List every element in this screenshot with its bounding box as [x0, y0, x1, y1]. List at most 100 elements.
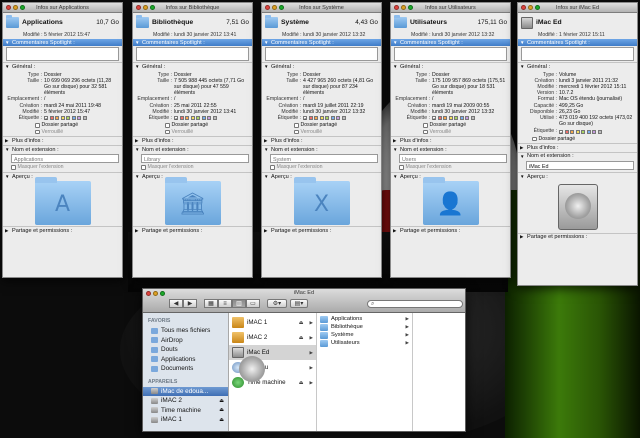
label-color-swatch[interactable]	[66, 116, 70, 121]
column-item[interactable]: iMAC 1 ⏏ ▶	[229, 315, 316, 330]
label-color-swatch[interactable]	[459, 116, 464, 121]
preview-section-toggle[interactable]: ▼ Aperçu :	[133, 173, 252, 181]
sharing-permissions-section-toggle[interactable]: ▶ Partage et permissions :	[133, 227, 252, 235]
label-color-swatch[interactable]	[592, 129, 596, 134]
back-button[interactable]: ◀	[169, 299, 183, 308]
label-color-swatch[interactable]	[201, 116, 206, 121]
label-color-swatch[interactable]	[443, 116, 447, 121]
action-menu-button[interactable]: ⚙▾	[267, 299, 287, 308]
back-forward-buttons[interactable]: ◀ ▶	[169, 299, 197, 308]
name-extension-section-toggle[interactable]: ▼ Nom et extension :	[133, 146, 252, 154]
preview-section-toggle[interactable]: ▼ Aperçu :	[391, 173, 510, 181]
sidebar-item-favorite[interactable]: Documents	[143, 364, 228, 374]
title-bar[interactable]: Infos sur Applications	[3, 3, 122, 13]
locked-checkbox[interactable]: Verrouillé	[391, 129, 510, 136]
label-color-swatch[interactable]	[190, 116, 195, 121]
label-color-swatch[interactable]	[448, 116, 453, 121]
locked-checkbox[interactable]: Verrouillé	[262, 129, 381, 136]
label-color-swatch[interactable]	[308, 116, 313, 121]
preview-section-toggle[interactable]: ▼ Aperçu :	[518, 173, 637, 181]
spotlight-comments-field[interactable]	[265, 47, 378, 61]
spotlight-section-toggle[interactable]: ▼ Commentaires Spotlight :	[133, 39, 252, 46]
title-bar[interactable]: Infos sur Bibliothèque	[133, 3, 252, 13]
label-color-swatch[interactable]: ×	[559, 129, 563, 134]
name-field[interactable]: iMac Ed	[526, 161, 634, 171]
more-info-section-toggle[interactable]: ▶ Plus d'infos :	[262, 137, 381, 145]
title-bar[interactable]: Infos sur Utilisateurs	[391, 3, 510, 13]
sidebar-item-favorite[interactable]: AirDrop	[143, 336, 228, 346]
label-color-swatch[interactable]: ×	[303, 116, 307, 121]
label-color-swatch[interactable]	[330, 116, 335, 121]
label-colors[interactable]: ×	[44, 115, 119, 121]
label-colors[interactable]: ×	[303, 115, 378, 121]
label-color-swatch[interactable]	[586, 129, 591, 134]
eject-icon[interactable]: ⏏	[299, 335, 304, 341]
name-extension-section-toggle[interactable]: ▼ Nom et extension :	[391, 146, 510, 154]
locked-checkbox[interactable]: Verrouillé	[3, 129, 122, 136]
arrange-menu-button[interactable]: ▤▾	[290, 299, 308, 308]
label-color-swatch[interactable]	[207, 116, 211, 121]
label-colors[interactable]: ×	[174, 115, 249, 121]
sidebar-item-favorite[interactable]: Douts	[143, 345, 228, 355]
more-info-section-toggle[interactable]: ▶ Plus d'infos :	[518, 144, 637, 152]
shared-folder-checkbox[interactable]: Dossier partagé	[133, 122, 252, 129]
column-item[interactable]: Bibliothèque ▶	[317, 323, 412, 331]
name-field[interactable]: Users	[399, 154, 507, 164]
label-color-swatch[interactable]: ×	[432, 116, 436, 121]
sharing-permissions-section-toggle[interactable]: ▶ Partage et permissions :	[391, 227, 510, 235]
eject-icon[interactable]: ⏏	[219, 398, 224, 404]
general-section-toggle[interactable]: ▼ Général :	[133, 63, 252, 71]
column-view-button[interactable]: ▥	[232, 299, 246, 308]
sidebar-item-favorite[interactable]: Applications	[143, 355, 228, 365]
icon-view-button[interactable]: ▦	[204, 299, 218, 308]
column-item[interactable]: Applications ▶	[317, 315, 412, 323]
finder-toolbar[interactable]: iMac Ed ◀ ▶ ▦ ≡ ▥ ▭ ⚙▾ ▤▾ ⌕	[143, 289, 465, 313]
spotlight-comments-field[interactable]	[6, 47, 119, 61]
spotlight-section-toggle[interactable]: ▼ Commentaires Spotlight :	[262, 39, 381, 46]
shared-folder-checkbox[interactable]: Dossier partagé	[262, 122, 381, 129]
info-window-imac-ed[interactable]: Infos sur iMac Ed iMac Ed Modifié : 1 fé…	[517, 2, 638, 286]
more-info-section-toggle[interactable]: ▶ Plus d'infos :	[3, 137, 122, 145]
spotlight-section-toggle[interactable]: ▼ Commentaires Spotlight :	[3, 39, 122, 46]
sidebar-item-device[interactable]: iMAC 2 ⏏	[143, 396, 228, 406]
label-color-swatch[interactable]: ×	[44, 116, 48, 121]
info-window-applications[interactable]: Infos sur Applications Applications 10,7 G…	[2, 2, 123, 278]
label-color-swatch[interactable]	[341, 116, 346, 121]
name-field[interactable]: Applications	[11, 154, 119, 164]
name-extension-section-toggle[interactable]: ▼ Nom et extension :	[3, 146, 122, 154]
general-section-toggle[interactable]: ▼ Général :	[518, 63, 637, 71]
title-bar[interactable]: Infos sur iMac Ed	[518, 3, 637, 13]
column-item[interactable]: Utilisateurs ▶	[317, 339, 412, 347]
title-bar[interactable]: Infos sur Système	[262, 3, 381, 13]
eject-icon[interactable]: ⏏	[299, 380, 304, 386]
shared-folder-checkbox[interactable]: Dossier partagé	[391, 122, 510, 129]
sidebar-item-device[interactable]: iMAC 1 ⏏	[143, 415, 228, 425]
hide-extension-checkbox[interactable]: Masquer l'extension	[391, 164, 510, 171]
name-field[interactable]: System	[270, 154, 378, 164]
label-color-swatch[interactable]	[314, 116, 318, 121]
general-section-toggle[interactable]: ▼ Général :	[3, 63, 122, 71]
spotlight-comments-field[interactable]	[136, 47, 249, 61]
spotlight-comments-field[interactable]	[394, 47, 507, 61]
view-mode-buttons[interactable]: ▦ ≡ ▥ ▭	[204, 299, 260, 308]
eject-icon[interactable]: ⏏	[219, 407, 224, 413]
list-view-button[interactable]: ≡	[218, 299, 232, 308]
hide-extension-checkbox[interactable]: Masquer l'extension	[262, 164, 381, 171]
sharing-permissions-section-toggle[interactable]: ▶ Partage et permissions :	[262, 227, 381, 235]
sidebar-item-device[interactable]: Time machine ⏏	[143, 406, 228, 416]
sidebar-item-device[interactable]: iMac de edoua...	[143, 386, 228, 396]
label-color-swatch[interactable]	[49, 116, 54, 121]
general-section-toggle[interactable]: ▼ Général :	[391, 63, 510, 71]
more-info-section-toggle[interactable]: ▶ Plus d'infos :	[391, 137, 510, 145]
shared-folder-checkbox[interactable]: Dossier partagé	[3, 122, 122, 129]
column-item[interactable]: Système ▶	[317, 331, 412, 339]
label-color-swatch[interactable]	[597, 129, 602, 134]
label-color-swatch[interactable]	[319, 116, 324, 121]
label-color-swatch[interactable]	[55, 116, 59, 121]
label-color-swatch[interactable]	[575, 129, 580, 134]
column-item[interactable]: iMAC 2 ⏏ ▶	[229, 330, 316, 345]
name-extension-section-toggle[interactable]: ▼ Nom et extension :	[518, 153, 637, 161]
label-color-swatch[interactable]	[212, 116, 217, 121]
label-color-swatch[interactable]	[465, 116, 469, 121]
more-info-section-toggle[interactable]: ▶ Plus d'infos :	[133, 137, 252, 145]
